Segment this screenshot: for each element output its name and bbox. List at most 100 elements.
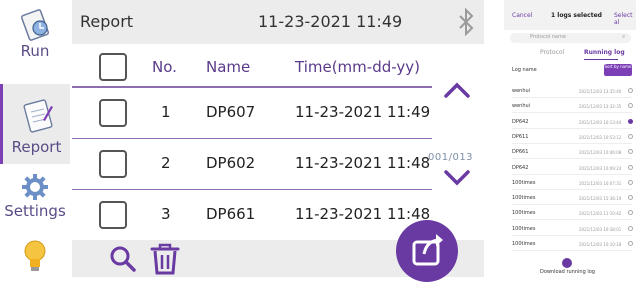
chevron-up-icon[interactable] (442, 80, 472, 100)
table-row[interactable]: 1 DP607 11-23-2021 11:49 (72, 88, 432, 139)
top-bar: Report 11-23-2021 11:49 (72, 0, 484, 44)
row-radio[interactable] (628, 118, 633, 124)
log-date: 2021/12/03 10:46:08 (579, 150, 622, 156)
report-icon (23, 99, 53, 133)
select-all-button[interactable]: Select al (614, 12, 636, 26)
row-radio[interactable] (628, 179, 633, 185)
share-button[interactable] (396, 220, 458, 282)
sidebar-item-settings[interactable]: Settings (0, 172, 70, 228)
gear-icon (22, 174, 48, 200)
run-icon (20, 9, 50, 41)
phone-screen: Cancel 1 logs selected Select al Protoco… (504, 0, 636, 277)
sidebar-item-label: Settings (4, 202, 66, 220)
sidebar-item-run[interactable]: Run (0, 6, 70, 68)
page-indicator: 001/013 (428, 152, 474, 163)
row-radio[interactable] (628, 133, 633, 139)
sort-button[interactable]: Sort by name (604, 64, 632, 76)
download-label[interactable]: Download running log (540, 269, 595, 275)
column-header-name: Name (206, 58, 251, 76)
row-time: 11-23-2021 11:49 (295, 103, 431, 121)
row-radio[interactable] (628, 149, 633, 155)
trash-icon[interactable] (148, 242, 182, 276)
log-name: DP611 (512, 133, 529, 140)
sidebar: Run Report Settings (0, 0, 72, 277)
search-placeholder: Protocol name (530, 34, 566, 40)
row-name: DP607 (206, 103, 256, 121)
tab-protocol[interactable]: Protocol (540, 49, 564, 56)
chevron-down-icon[interactable] (442, 168, 472, 188)
log-name: DP661 (512, 149, 529, 156)
list-item[interactable]: 100times 2021/12/03 11:10:42 (512, 208, 633, 221)
list-item[interactable]: 100times 2021/12/03 15:36:19 (512, 193, 633, 206)
row-radio[interactable] (628, 103, 633, 109)
row-radio[interactable] (628, 225, 633, 231)
tab-running-log[interactable]: Running log (584, 49, 625, 56)
row-name: DP602 (206, 154, 256, 172)
log-name: 100times (512, 241, 536, 247)
row-radio[interactable] (628, 241, 633, 246)
log-list-header: Log name (512, 67, 537, 73)
row-radio[interactable] (628, 88, 633, 93)
log-name: 100times (512, 179, 536, 186)
table-header: No. Name Time(mm-dd-yy) (72, 48, 432, 88)
list-item[interactable]: DP611 2021/12/03 10:53:12 (512, 132, 633, 144)
main-panel: Report 11-23-2021 11:49 No. Name Time(mm… (72, 0, 484, 282)
list-item[interactable]: wenhui 2021/12/03 13:35:40 (512, 86, 633, 98)
list-item[interactable]: 100times 2021/12/03 16:07:31 (512, 178, 633, 190)
row-no: 2 (161, 154, 171, 172)
row-time: 11-23-2021 11:48 (295, 154, 431, 172)
row-radio[interactable] (628, 210, 633, 216)
log-name: DP642 (512, 118, 529, 125)
log-date: 2021/12/03 13:35:40 (579, 89, 622, 94)
list-item[interactable]: 100times 2021/12/03 10:38:01 (512, 224, 633, 236)
log-date: 2021/12/03 10:38:01 (579, 226, 622, 232)
row-checkbox[interactable] (99, 150, 127, 178)
active-tab-indicator (584, 59, 618, 60)
log-name: 100times (512, 210, 536, 217)
sidebar-item-label: Report (11, 138, 62, 156)
row-radio[interactable] (628, 195, 633, 201)
bluetooth-icon (459, 8, 474, 36)
table-row[interactable]: 2 DP602 11-23-2021 11:48 (72, 139, 432, 190)
search-icon: ⌕ (622, 33, 626, 40)
sidebar-item-help[interactable] (0, 238, 70, 277)
sidebar-item-label: Run (20, 42, 50, 60)
list-item[interactable]: DP661 2021/12/03 10:46:08 (512, 147, 633, 160)
log-date: 2021/12/03 11:10:42 (579, 211, 622, 217)
share-icon (412, 234, 443, 266)
log-name: wenhui (512, 88, 531, 94)
table-row[interactable]: 3 DP661 11-23-2021 11:48 (72, 190, 432, 241)
log-name: 100times (512, 195, 536, 202)
download-icon[interactable] (562, 258, 572, 268)
protocol-search-input[interactable]: Protocol name ⌕ (510, 33, 631, 43)
log-name: DP642 (512, 164, 529, 171)
lightbulb-icon (24, 240, 46, 271)
row-checkbox[interactable] (99, 99, 127, 127)
row-no: 1 (161, 103, 171, 121)
selection-count: 1 logs selected (551, 12, 602, 19)
sidebar-item-report[interactable]: Report (0, 84, 70, 164)
column-header-no: No. (152, 58, 177, 76)
log-date: 2021/12/03 10:09:24 (579, 165, 622, 171)
page-title: Report (80, 12, 134, 31)
select-all-checkbox[interactable] (99, 53, 127, 81)
log-date: 2021/12/03 10:10:18 (579, 242, 622, 247)
row-name: DP661 (206, 205, 256, 223)
list-item[interactable]: DP642 2021/12/03 10:09:24 (512, 163, 633, 175)
row-no: 3 (161, 205, 171, 223)
log-date: 2021/12/03 13:32:35 (579, 104, 622, 110)
phone-tabs: Protocol Running log (504, 47, 636, 61)
log-date: 2021/12/03 10:13:44 (579, 119, 622, 125)
current-datetime: 11-23-2021 11:49 (258, 12, 403, 31)
search-icon[interactable] (108, 244, 138, 274)
column-header-time: Time(mm-dd-yy) (295, 58, 420, 76)
device-screen: Run Report Settings Report 11-23-2021 11… (0, 0, 484, 282)
cancel-button[interactable]: Cancel (512, 12, 532, 19)
row-radio[interactable] (628, 164, 633, 170)
row-checkbox[interactable] (99, 201, 127, 229)
log-date: 2021/12/03 16:07:31 (579, 180, 622, 186)
list-item[interactable]: DP642 2021/12/03 10:13:44 (512, 117, 633, 129)
phone-top-bar: Cancel 1 logs selected Select al (504, 0, 636, 30)
list-item[interactable]: wenhui 2021/12/03 13:32:35 (512, 101, 633, 114)
list-item[interactable]: 100times 2021/12/03 10:10:18 (512, 239, 633, 251)
